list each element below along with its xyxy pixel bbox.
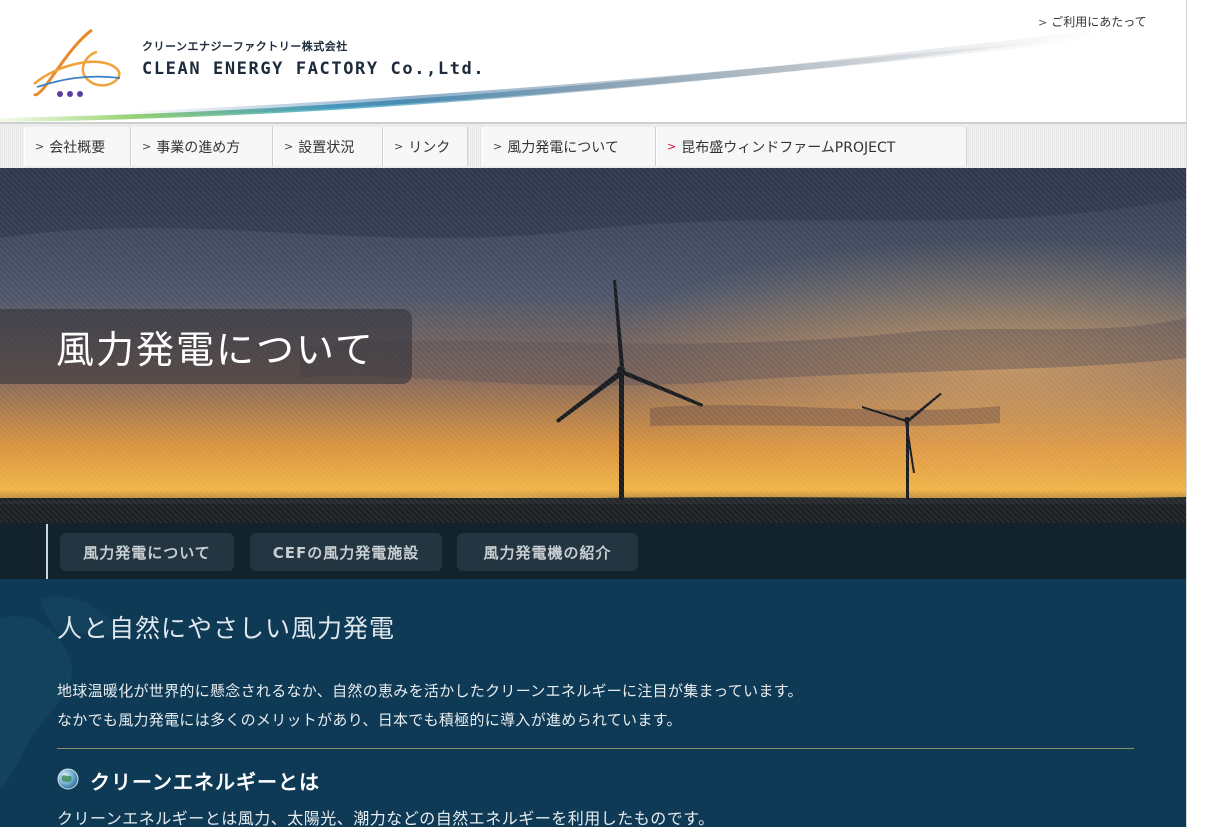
globe-icon (57, 768, 79, 790)
tab-cef-facilities[interactable]: CEFの風力発電施設 (250, 533, 442, 571)
page-title: 風力発電について (56, 328, 375, 372)
nav-item-installation-status[interactable]: > 設置状況 (273, 127, 383, 166)
main-navigation: > 会社概要 > 事業の進め方 > 設置状況 > リンク > 風力発電について > 昆布盛ウ… (0, 122, 1186, 168)
nav-item-label: 会社概要 (49, 139, 106, 156)
chevron-right-icon: > (1038, 16, 1048, 29)
header: クリーンエナジーファクトリー株式会社 CLEAN ENERGY FACTORY … (0, 0, 1186, 122)
chevron-right-icon: > (667, 140, 677, 153)
main-content: 人と自然にやさしい風力発電 地球温暖化が世界的に懸念されるなか、自然の恵みを活か… (0, 579, 1186, 827)
company-name-en: CLEAN ENERGY FACTORY Co.,Ltd. (142, 59, 486, 79)
nav-item-label: 設置状況 (298, 139, 355, 156)
tab-about-wind-power[interactable]: 風力発電について (60, 533, 234, 571)
section-divider (57, 748, 1134, 749)
chevron-right-icon: > (142, 140, 152, 153)
chevron-right-icon: > (35, 140, 45, 153)
nav-item-label: リンク (408, 139, 451, 156)
scrollbar[interactable] (1186, 0, 1213, 827)
nav-item-label: 風力発電について (507, 139, 619, 156)
nav-item-links[interactable]: > リンク (383, 127, 468, 166)
section-text: クリーンエネルギーとは風力、太陽光、潮力などの自然エネルギーを利用したものです。 (57, 809, 715, 827)
intro-paragraph: 地球温暖化が世界的に懸念されるなか、自然の恵みを活かしたクリーンエネルギーに注目… (57, 682, 803, 700)
hero-title-panel: 風力発電について (0, 309, 412, 384)
nav-item-konbumori-project[interactable]: > 昆布盛ウィンドファームPROJECT (656, 127, 967, 166)
usage-terms-label: ご利用にあたって (1051, 15, 1147, 29)
usage-terms-link[interactable]: > ご利用にあたって (1038, 13, 1147, 30)
intro-paragraph: なかでも風力発電には多くのメリットがあり、日本でも積極的に導入が進められています… (57, 711, 682, 729)
nav-item-company-overview[interactable]: > 会社概要 (24, 127, 131, 166)
sub-navigation: 風力発電について CEFの風力発電施設 風力発電機の紹介 (0, 523, 1186, 579)
hero-banner: 風力発電について (0, 168, 1186, 525)
chevron-right-icon: > (394, 140, 404, 153)
section-title: クリーンエネルギーとは (90, 770, 320, 794)
nav-item-wind-power[interactable]: > 風力発電について (482, 127, 656, 166)
nav-item-label: 昆布盛ウィンドファームPROJECT (681, 139, 896, 156)
company-logo[interactable] (32, 24, 127, 102)
company-name-jp: クリーンエナジーファクトリー株式会社 (142, 40, 348, 53)
sub-nav-divider (46, 524, 48, 579)
chevron-right-icon: > (493, 140, 503, 153)
nav-item-business-process[interactable]: > 事業の進め方 (131, 127, 273, 166)
content-heading: 人と自然にやさしい風力発電 (57, 614, 396, 643)
nav-item-label: 事業の進め方 (156, 139, 241, 156)
tab-turbine-introduction[interactable]: 風力発電機の紹介 (457, 533, 638, 571)
chevron-right-icon: > (284, 140, 294, 153)
